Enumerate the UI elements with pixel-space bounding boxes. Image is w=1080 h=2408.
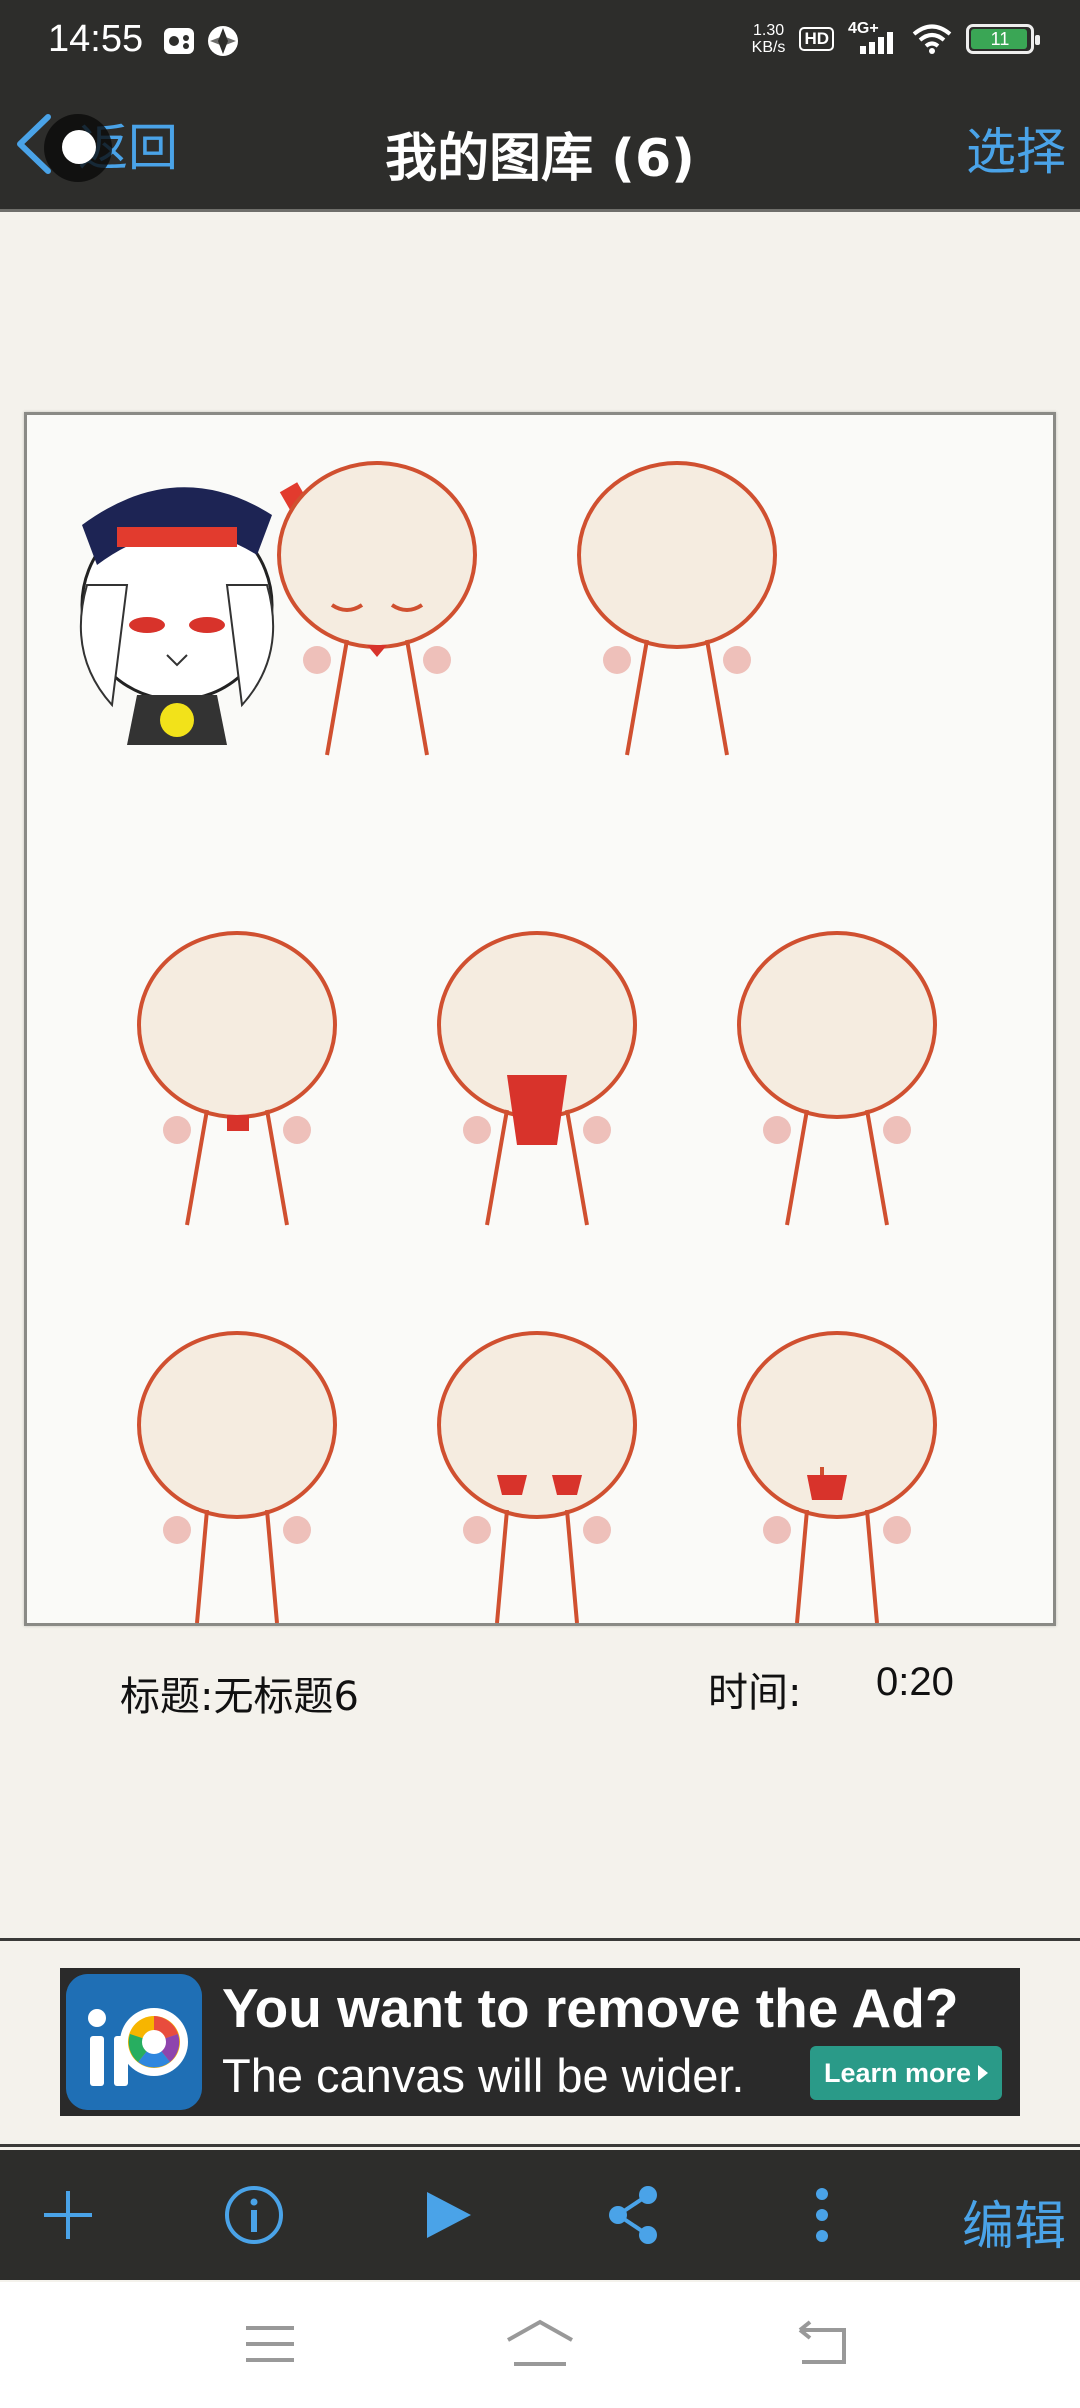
artwork-image — [27, 415, 1053, 1623]
more-vertical-icon — [816, 2188, 828, 2242]
more-options-button[interactable] — [782, 2150, 862, 2280]
artwork-preview[interactable] — [24, 412, 1056, 1626]
hd-badge: HD — [799, 27, 834, 51]
page-title: 我的图库 (6) — [385, 129, 695, 189]
ad-divider-bottom — [0, 2144, 1080, 2147]
menu-icon[interactable] — [244, 2324, 296, 2364]
bottom-toolbar: 编辑 — [0, 2150, 1080, 2280]
top-navigation-bar: 返回 我的图库 (6) 选择 — [0, 86, 1080, 212]
wifi-icon — [912, 24, 952, 54]
play-button[interactable] — [408, 2150, 488, 2280]
battery-icon: 11 — [966, 24, 1040, 54]
cell-signal-icon: 4G+ — [848, 20, 898, 56]
learn-more-button[interactable]: Learn more — [810, 2046, 1002, 2100]
ibispaint-logo-icon — [66, 1974, 202, 2110]
share-icon — [609, 2186, 657, 2244]
plus-icon — [44, 2191, 92, 2239]
artwork-caption: 标题:无标题6 时间: 0:20 — [0, 1660, 1080, 1730]
time-value: 0:20 — [876, 1660, 954, 1704]
home-icon[interactable] — [504, 2318, 576, 2368]
artwork-title: 标题:无标题6 — [120, 1674, 359, 1720]
info-button[interactable] — [214, 2150, 294, 2280]
share-button[interactable] — [594, 2150, 674, 2280]
ad-headline: You want to remove the Ad? — [222, 1977, 959, 2039]
time-label: 时间: — [708, 1670, 802, 1716]
add-button[interactable] — [28, 2150, 108, 2280]
ad-divider-top — [0, 1938, 1080, 1941]
ad-subtext: The canvas will be wider. — [222, 2049, 745, 2102]
info-icon — [225, 2186, 283, 2244]
ad-banner[interactable]: You want to remove the Ad? The canvas wi… — [60, 1968, 1020, 2116]
network-speed: 1.30 KB/s — [751, 22, 786, 56]
status-bar: 14:55 1.30 KB/s HD 4G+ 11 — [0, 0, 1080, 86]
select-button[interactable]: 选择 — [966, 112, 1066, 184]
aperture-icon — [208, 26, 238, 56]
system-navigation-bar — [0, 2282, 1080, 2408]
back-nav-icon[interactable] — [796, 2320, 850, 2368]
play-icon — [427, 2192, 471, 2238]
gamepad-icon — [164, 28, 194, 54]
status-time: 14:55 — [48, 18, 144, 60]
edit-button[interactable]: 编辑 — [962, 2184, 1066, 2259]
